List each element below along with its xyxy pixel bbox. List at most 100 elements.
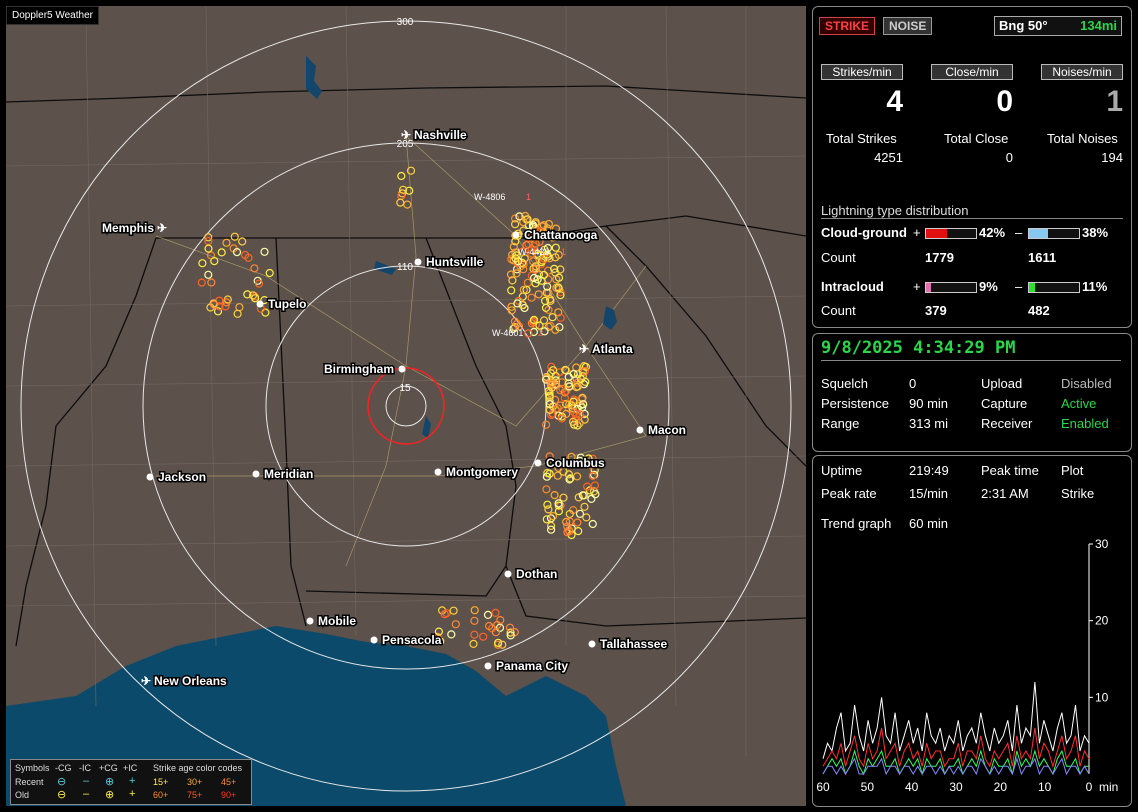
range-value: 313 mi (909, 416, 949, 431)
city-label: Meridian (264, 467, 313, 481)
cg-plus-count: 1779 (925, 250, 954, 265)
capture-value: Active (1061, 396, 1097, 411)
trend-value: 60 min (909, 516, 949, 531)
city-dot-icon (398, 365, 406, 373)
legend-age-title: Strike age color codes (153, 763, 243, 773)
ic-minus-percent: 11% (1082, 279, 1108, 294)
close-per-min-header: Close/min (931, 64, 1013, 80)
city-nashville: ✈ NashvilleNashville (401, 127, 469, 144)
plus-ic-recent-icon: + (129, 775, 136, 787)
trend-label: Trend graph (821, 516, 892, 531)
storm-label: W-4601 (492, 328, 523, 338)
age-recent-15: 15+ (153, 777, 169, 787)
age-old-60: 60+ (153, 790, 169, 800)
city-birmingham: BirminghamBirmingham (322, 361, 406, 378)
plot-label: Plot (1061, 463, 1084, 478)
bearing-box: Bng 50° 134mi (994, 16, 1122, 36)
city-dot-icon (512, 231, 520, 239)
city-dot-icon (504, 570, 512, 578)
city-chattanooga: ChattanoogaChattanooga (512, 227, 599, 244)
distribution-title: Lightning type distribution (821, 203, 1123, 219)
city-dot-icon (252, 470, 260, 478)
city-label: Nashville (414, 128, 467, 142)
ic-plus-percent: 9% (979, 279, 998, 294)
strike-button[interactable]: STRIKE (819, 17, 876, 35)
squelch-label: Squelch (821, 376, 868, 391)
lightning-map[interactable]: 300 205 110 15 ✈ NashvilleNashville✈Memph… (6, 6, 806, 806)
city-dot-icon (534, 459, 542, 467)
city-label: Tupelo (268, 297, 306, 311)
noise-button[interactable]: NOISE (883, 17, 933, 35)
cg-minus-sign: – (1015, 225, 1023, 240)
stats-panel: Uptime 219:49 Peak time Plot Peak rate 1… (812, 455, 1132, 807)
trend-series-line (822, 681, 1090, 759)
city-label: Montgomery (446, 465, 518, 479)
minus-ic-old-icon: – (83, 788, 90, 800)
range-label-110: 110 (397, 262, 413, 273)
city-atlanta: ✈ AtlantaAtlanta (579, 341, 634, 358)
city-tallahassee: TallahasseeTallahassee (588, 636, 669, 653)
peak-time-value: 2:31 AM (981, 486, 1029, 501)
storm-label-count: 1 (561, 247, 566, 257)
x-tick-label: 40 (905, 780, 919, 794)
total-strikes-label: Total Strikes (826, 131, 897, 146)
plot-value[interactable]: Strike (1061, 486, 1094, 501)
trend-graph: 30 20 10 60 50 40 30 20 10 0 min (816, 537, 1118, 794)
city-label: Memphis (102, 221, 154, 235)
cg-minus-bar (1028, 228, 1080, 239)
total-strikes-value: 4251 (874, 150, 903, 165)
x-axis-label: min (1099, 780, 1118, 794)
legend-symbols-label: Symbols (15, 763, 50, 773)
age-recent-45: 45+ (221, 777, 237, 787)
cg-minus-percent: 38% (1082, 225, 1109, 240)
city-label: Dothan (516, 567, 557, 581)
city-label: Huntsville (426, 255, 484, 269)
city-label: Atlanta (592, 342, 633, 356)
range-label-15: 15 (399, 383, 411, 394)
peak-rate-value: 15/min (909, 486, 949, 501)
upload-label: Upload (981, 376, 1023, 391)
city-dot-icon (146, 473, 154, 481)
ic-plus-sign: + (913, 279, 921, 294)
y-tick-label: 30 (1095, 537, 1109, 551)
city-dot-icon (588, 640, 596, 648)
y-tick-label: 20 (1095, 614, 1109, 628)
upload-value: Disabled (1061, 376, 1112, 391)
city-label: Birmingham (324, 362, 394, 376)
trend-series-line (822, 756, 1090, 776)
x-tick-label: 0 (1086, 780, 1093, 794)
airport-icon: ✈ (401, 128, 411, 142)
ic-count-label: Count (821, 303, 856, 318)
age-recent-30: 30+ (187, 777, 203, 787)
persistence-value: 90 min (909, 396, 949, 411)
total-noises-value: 194 (1101, 150, 1123, 165)
city-memphis: ✈MemphisMemphis (100, 220, 167, 237)
city-montgomery: MontgomeryMontgomery (434, 464, 520, 481)
receiver-label: Receiver (981, 416, 1033, 431)
city-label: Mobile (318, 614, 356, 628)
distance-value: 134mi (1080, 18, 1117, 33)
legend-col: -IC (79, 763, 91, 773)
ic-plus-count: 379 (925, 303, 947, 318)
range-label: Range (821, 416, 860, 431)
city-label: Pensacola (382, 633, 442, 647)
city-label: Panama City (496, 659, 568, 673)
airport-icon: ✈ (157, 221, 167, 235)
capture-label: Capture (981, 396, 1028, 411)
airport-icon: ✈ (579, 342, 589, 356)
noises-per-min-header: Noises/min (1041, 64, 1123, 80)
storm-label-count: 2 (538, 328, 543, 338)
city-label: New Orleans (154, 674, 227, 688)
ic-minus-bar (1028, 282, 1080, 293)
current-datetime: 9/8/2025 4:34:29 PM (821, 338, 1121, 361)
age-old-90: 90+ (221, 790, 237, 800)
uptime-value: 219:49 (909, 463, 949, 478)
cg-plus-percent: 42% (979, 225, 1006, 240)
airport-icon: ✈ (141, 674, 151, 688)
plus-cg-recent-icon: ⊕ (105, 776, 115, 788)
x-tick-label: 10 (1038, 780, 1052, 794)
plus-cg-old-icon: ⊕ (105, 789, 115, 801)
bearing-value: Bng 50° (999, 18, 1048, 33)
city-dot-icon (484, 662, 492, 670)
storm-label: W-4806 (474, 192, 505, 202)
